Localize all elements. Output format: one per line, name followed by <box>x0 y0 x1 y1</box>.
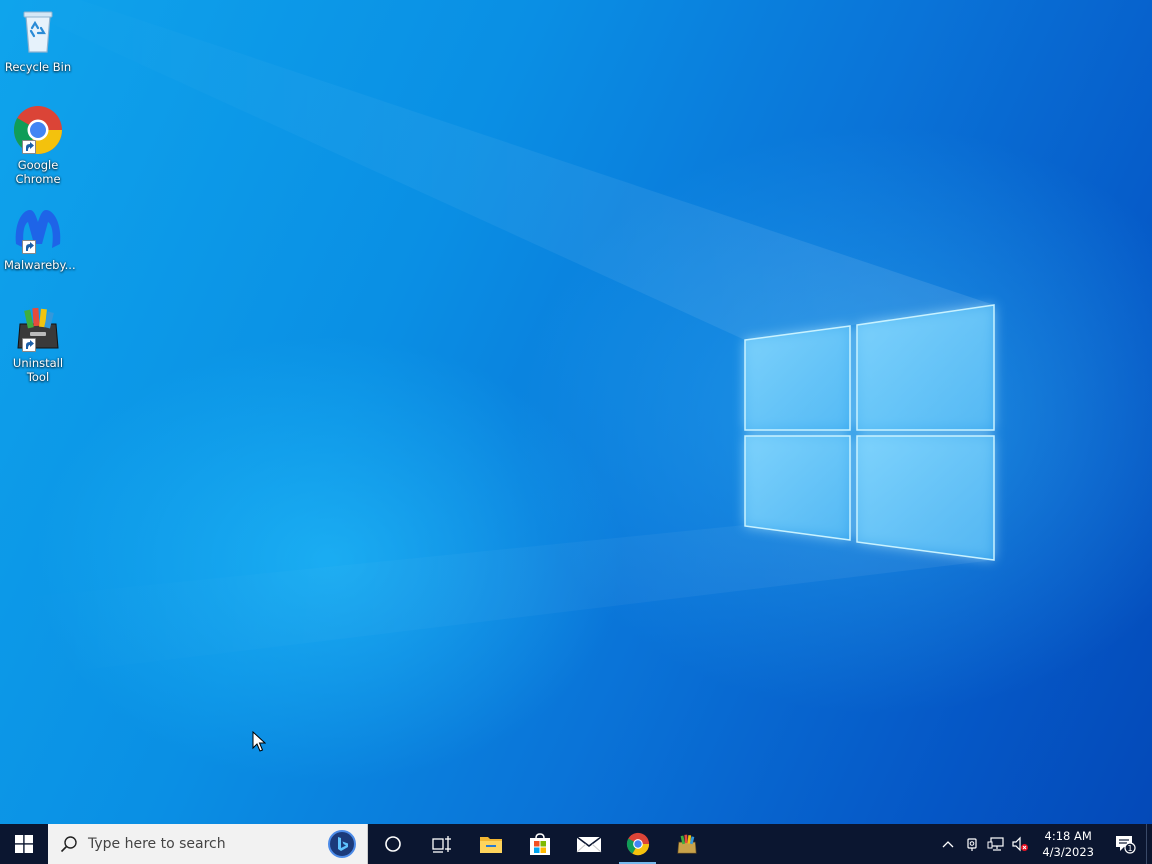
desktop-icon-uninstall-tool[interactable]: Uninstall Tool <box>2 302 74 384</box>
file-explorer-icon <box>479 837 502 853</box>
volume-muted-icon <box>1012 836 1029 852</box>
microsoft-store-button[interactable] <box>515 824 564 864</box>
shortcut-arrow-icon <box>22 140 36 154</box>
notifications-icon: 1 <box>1116 836 1136 854</box>
network-icon <box>987 837 1004 851</box>
notification-count: 1 <box>1127 844 1132 853</box>
chevron-up-icon <box>942 841 954 848</box>
windows-logo-wallpaper <box>0 0 995 680</box>
mail-button[interactable] <box>564 824 613 864</box>
recycle-bin-icon <box>12 6 64 58</box>
chrome-icon <box>12 104 64 156</box>
taskbar-uninstall-tool-button[interactable] <box>662 824 711 864</box>
taskbar-search-box[interactable]: Type here to search <box>48 824 368 864</box>
show-hidden-icons-button[interactable] <box>936 824 960 864</box>
mail-icon <box>576 836 601 853</box>
shortcut-arrow-icon <box>22 338 36 352</box>
cortana-button[interactable] <box>368 824 417 864</box>
mouse-cursor-icon <box>252 730 267 757</box>
clock[interactable]: 4:18 AM 4/3/2023 <box>1032 828 1104 860</box>
desktop-icon-label: Recycle Bin <box>4 60 72 74</box>
desktop-icon-label: Malwareby... <box>4 258 76 272</box>
desktop-icon-google-chrome[interactable]: Google Chrome <box>2 104 74 186</box>
desktop-icon-label: Uninstall Tool <box>12 356 64 384</box>
clock-time: 4:18 AM <box>1044 829 1092 843</box>
taskbar-chrome-button[interactable] <box>613 824 662 864</box>
volume-button[interactable] <box>1008 824 1032 864</box>
taskbar: Type here to search 4:18 AM 4/3/2023 1 <box>0 824 1152 864</box>
desktop-icon-label: Google Chrome <box>15 158 61 186</box>
network-button[interactable] <box>984 824 1008 864</box>
search-icon <box>60 836 77 853</box>
store-icon <box>529 833 550 855</box>
action-center-button[interactable]: 1 <box>1104 824 1146 864</box>
system-tray: 4:18 AM 4/3/2023 1 <box>936 824 1152 864</box>
tray-device-button[interactable] <box>960 824 984 864</box>
start-button[interactable] <box>0 824 48 864</box>
chrome-icon <box>626 832 649 856</box>
device-icon <box>967 838 977 851</box>
bing-icon[interactable] <box>327 829 357 863</box>
search-placeholder: Type here to search <box>88 836 226 852</box>
windows-start-icon <box>15 835 33 853</box>
uninstall-tool-icon <box>676 834 697 854</box>
desktop-icon-recycle-bin[interactable]: Recycle Bin <box>2 6 74 74</box>
clock-date: 4/3/2023 <box>1042 845 1094 859</box>
malwarebytes-icon <box>12 204 64 256</box>
cortana-icon <box>384 836 401 852</box>
task-view-icon <box>431 836 451 853</box>
uninstall-tool-icon <box>12 302 64 354</box>
file-explorer-button[interactable] <box>466 824 515 864</box>
desktop-wallpaper: Recycle Bin Google Chrome Malwareby... U… <box>0 0 1152 824</box>
shortcut-arrow-icon <box>22 240 36 254</box>
task-view-button[interactable] <box>417 824 466 864</box>
show-desktop-button[interactable] <box>1146 824 1152 864</box>
desktop-icon-malwarebytes[interactable]: Malwareby... <box>2 204 76 272</box>
